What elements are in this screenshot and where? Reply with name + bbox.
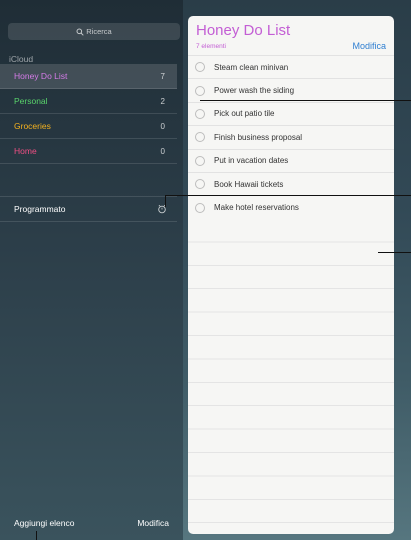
- page-title: Honey Do List: [196, 22, 291, 39]
- task-row[interactable]: Pick out patio tile: [188, 101, 394, 125]
- sidebar-item-groceries[interactable]: Groceries 0: [0, 114, 177, 139]
- checkbox-circle-icon[interactable]: [195, 108, 205, 119]
- task-row[interactable]: Book Hawaii tickets: [188, 171, 394, 195]
- checkbox-circle-icon[interactable]: [195, 179, 205, 190]
- sidebar-item-scheduled[interactable]: Programmato: [0, 196, 177, 222]
- checkbox-circle-icon[interactable]: [195, 85, 205, 96]
- list-name: Groceries: [14, 121, 51, 131]
- task-text: Pick out patio tile: [214, 109, 275, 119]
- search-placeholder: Ricerca: [86, 27, 112, 36]
- sidebar: Ricerca iCloud Honey Do List 7 Personal …: [0, 0, 183, 540]
- task-text: Put in vacation dates: [214, 156, 289, 166]
- callout-line: [378, 252, 411, 253]
- callout-line: [36, 531, 37, 540]
- edit-button[interactable]: Modifica: [352, 41, 386, 51]
- empty-ruled-lines[interactable]: [188, 219, 394, 534]
- task-text: Book Hawaii tickets: [214, 179, 284, 189]
- section-label-icloud: iCloud: [9, 54, 34, 64]
- task-row[interactable]: Put in vacation dates: [188, 148, 394, 172]
- task-row[interactable]: Steam clean minivan: [188, 55, 394, 78]
- callout-line: [165, 195, 411, 196]
- list-name: Honey Do List: [14, 71, 68, 81]
- list-count: 0: [160, 146, 165, 156]
- edit-lists-button[interactable]: Modifica: [137, 518, 169, 528]
- sidebar-item-personal[interactable]: Personal 2: [0, 89, 177, 114]
- task-text: Power wash the siding: [214, 86, 295, 96]
- add-list-button[interactable]: Aggiungi elenco: [14, 518, 75, 528]
- sidebar-item-honey-do-list[interactable]: Honey Do List 7: [0, 64, 177, 89]
- search-field[interactable]: Ricerca: [8, 23, 180, 40]
- checkbox-circle-icon[interactable]: [195, 155, 205, 166]
- checkbox-circle-icon[interactable]: [195, 62, 205, 73]
- task-row[interactable]: Power wash the siding: [188, 78, 394, 101]
- task-text: Finish business proposal: [214, 132, 303, 142]
- task-row[interactable]: Make hotel reservations: [188, 195, 394, 218]
- task-text: Steam clean minivan: [214, 62, 289, 72]
- task-row[interactable]: Finish business proposal: [188, 125, 394, 148]
- list-detail-panel: Honey Do List 7 elementi Modifica Steam …: [188, 16, 394, 534]
- list-count: 7: [160, 71, 165, 81]
- list-count: 0: [160, 121, 165, 131]
- checkbox-circle-icon[interactable]: [195, 202, 205, 213]
- sidebar-footer: Aggiungi elenco Modifica: [0, 512, 183, 534]
- list-name: Personal: [14, 96, 48, 106]
- search-icon: [76, 28, 84, 36]
- list-count: 2: [160, 96, 165, 106]
- checkbox-circle-icon[interactable]: [195, 132, 205, 143]
- task-text: Make hotel reservations: [214, 203, 299, 213]
- lists: Honey Do List 7 Personal 2 Groceries 0 H…: [0, 64, 177, 164]
- list-name: Home: [14, 146, 37, 156]
- callout-line: [165, 195, 166, 207]
- callout-line: [200, 100, 411, 101]
- item-count: 7 elementi: [196, 43, 226, 50]
- sidebar-item-home[interactable]: Home 0: [0, 139, 177, 164]
- scheduled-label: Programmato: [14, 204, 66, 214]
